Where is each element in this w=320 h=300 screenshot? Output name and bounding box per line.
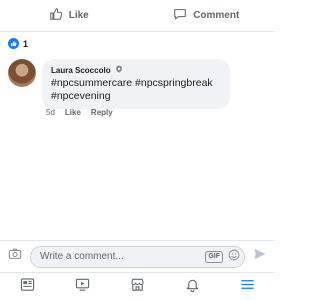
comment-item: Laura Scoccolo #npcsummercare #npcspring… <box>8 59 230 109</box>
like-button[interactable]: Like <box>0 0 138 31</box>
avatar[interactable] <box>8 59 36 87</box>
comment-timestamp: 5d <box>46 108 55 117</box>
comment-composer: GIF <box>0 240 275 272</box>
comment-input[interactable] <box>40 251 206 262</box>
notifications-bell-icon <box>185 277 200 297</box>
news-feed-icon <box>20 277 35 297</box>
menu-icon <box>240 277 255 297</box>
comment-meta: 5d Like Reply <box>46 108 113 117</box>
badge-icon <box>115 65 123 75</box>
comment-button[interactable]: Comment <box>138 0 276 31</box>
marketplace-icon <box>130 277 145 297</box>
like-label: Like <box>68 10 89 21</box>
tab-news-feed[interactable] <box>0 273 55 300</box>
comment-bubble-icon <box>173 7 187 24</box>
tab-marketplace[interactable] <box>110 273 165 300</box>
watch-icon <box>75 277 90 297</box>
reaction-count: 1 <box>23 38 29 49</box>
tab-notifications[interactable] <box>165 273 220 300</box>
like-reaction-icon <box>8 38 19 49</box>
tab-watch[interactable] <box>55 273 110 300</box>
camera-icon[interactable] <box>8 247 22 266</box>
comment-reply-link[interactable]: Reply <box>91 108 113 117</box>
emoji-icon[interactable] <box>228 248 240 266</box>
comment-label: Comment <box>193 10 240 21</box>
thumbs-up-icon <box>49 7 63 24</box>
comment-text: #npcsummercare #npcspringbreak #npceveni… <box>51 77 213 102</box>
bottom-tab-bar <box>0 272 275 300</box>
send-icon[interactable] <box>253 247 267 266</box>
comment-like-link[interactable]: Like <box>65 108 81 117</box>
gif-icon[interactable]: GIF <box>205 250 223 263</box>
reaction-summary[interactable]: 1 <box>8 38 28 49</box>
post-action-bar: Like Comment <box>0 0 275 32</box>
tab-menu[interactable] <box>220 273 275 300</box>
comment-bubble[interactable]: Laura Scoccolo #npcsummercare #npcspring… <box>42 59 230 109</box>
comment-input-container: GIF <box>30 245 245 268</box>
comment-author[interactable]: Laura Scoccolo <box>51 66 111 75</box>
